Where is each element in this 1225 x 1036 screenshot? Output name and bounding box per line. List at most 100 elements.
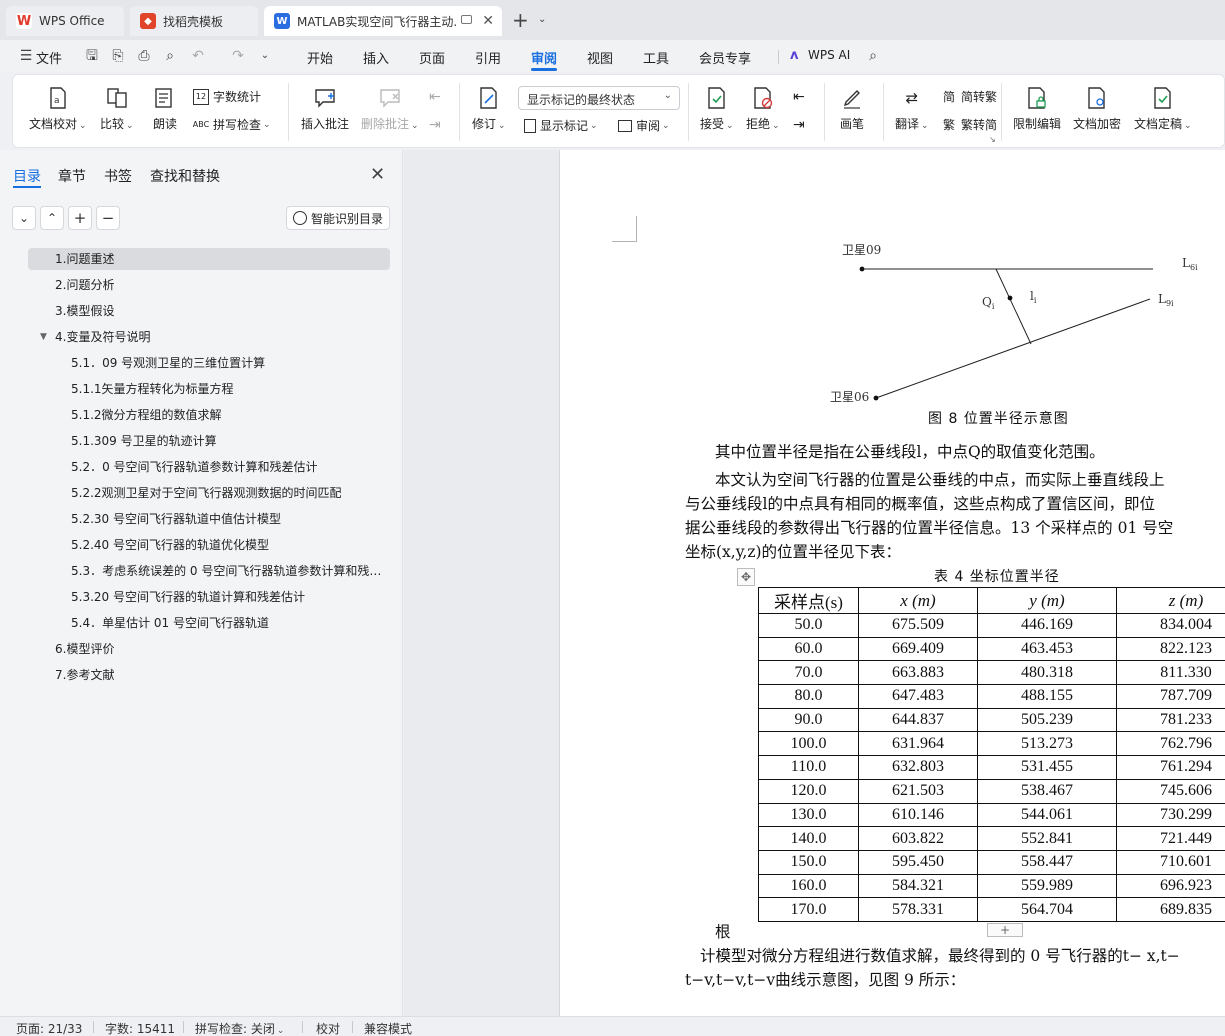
table-cell[interactable]: 120.0 bbox=[758, 778, 859, 804]
toc-item[interactable]: 2.问题分析 bbox=[28, 274, 390, 296]
table-cell[interactable]: 675.509 bbox=[858, 613, 978, 638]
tab-bookmarks[interactable]: 书签 bbox=[104, 166, 132, 186]
table-cell[interactable]: 689.835 bbox=[1116, 897, 1225, 922]
table-cell[interactable]: 531.455 bbox=[977, 755, 1117, 780]
table-cell[interactable]: 488.155 bbox=[977, 684, 1117, 709]
delete-comment-button[interactable]: 删除批注 ⌄ bbox=[361, 85, 419, 132]
tab-chapters[interactable]: 章节 bbox=[58, 166, 86, 186]
redo-icon[interactable]: ↷ bbox=[230, 48, 246, 64]
table-cell[interactable]: 696.923 bbox=[1116, 873, 1225, 899]
tab-find-replace[interactable]: 查找和替换 bbox=[150, 166, 220, 186]
table-cell[interactable]: 721.449 bbox=[1116, 826, 1225, 851]
table-cell[interactable]: 110.0 bbox=[758, 755, 859, 780]
table-cell[interactable]: 538.467 bbox=[977, 778, 1117, 804]
tab-wps-office[interactable]: W WPS Office bbox=[6, 6, 124, 36]
table-cell[interactable]: 584.321 bbox=[858, 873, 978, 899]
next-comment-icon[interactable]: ⇥ bbox=[429, 117, 441, 133]
table-cell[interactable]: 446.169 bbox=[977, 613, 1117, 638]
toc-item[interactable]: 7.参考文献 bbox=[28, 664, 390, 686]
menu-review[interactable]: 审阅 bbox=[531, 48, 557, 67]
table-cell[interactable]: 90.0 bbox=[758, 707, 859, 733]
table-cell[interactable]: 669.409 bbox=[858, 636, 978, 662]
toc-item[interactable]: 3.模型假设 bbox=[28, 300, 390, 322]
toc-item[interactable]: 5.1.1矢量方程转化为标量方程 bbox=[28, 378, 390, 400]
table-cell[interactable]: 170.0 bbox=[758, 897, 859, 922]
smart-toc-button[interactable]: 智能识别目录 bbox=[286, 206, 390, 230]
word-count-status[interactable]: 字数: 15411 bbox=[105, 1020, 175, 1036]
toc-item[interactable]: 5.3.20 号空间飞行器的轨道计算和残差估计 bbox=[28, 586, 390, 608]
accept-button[interactable]: 接受 ⌄ bbox=[700, 85, 734, 132]
menu-file[interactable]: 文件 bbox=[36, 48, 62, 67]
menu-member[interactable]: 会员专享 bbox=[699, 48, 751, 67]
new-tab-icon[interactable]: + bbox=[512, 10, 529, 30]
wps-ai-logo-icon[interactable]: ʌ bbox=[790, 48, 798, 63]
table-cell[interactable]: 787.709 bbox=[1116, 684, 1225, 709]
chevron-down-icon[interactable]: ⌄ bbox=[538, 14, 546, 25]
more-chevron-icon[interactable]: ⌄ bbox=[257, 48, 273, 64]
table-cell[interactable]: 603.822 bbox=[858, 826, 978, 851]
share-icon[interactable]: ⎘ bbox=[110, 48, 126, 64]
toc-item[interactable]: 5.1.309 号卫星的轨迹计算 bbox=[28, 430, 390, 452]
table-cell[interactable]: 544.061 bbox=[977, 802, 1117, 828]
translate-button[interactable]: ⇄ 翻译 ⌄ bbox=[895, 85, 929, 132]
table-cell[interactable]: 160.0 bbox=[758, 873, 859, 899]
monitor-icon[interactable] bbox=[461, 15, 472, 24]
menu-home[interactable]: 开始 bbox=[307, 48, 333, 67]
table-cell[interactable]: 140.0 bbox=[758, 826, 859, 851]
proofread-status[interactable]: 校对 bbox=[316, 1020, 340, 1036]
search-icon[interactable]: ⌕ bbox=[865, 48, 881, 64]
close-icon[interactable]: ✕ bbox=[370, 164, 385, 185]
spell-check-status[interactable]: 拼写检查: 关闭 ⌄ bbox=[195, 1020, 284, 1036]
table-cell[interactable]: 762.796 bbox=[1116, 731, 1225, 757]
table-cell[interactable]: 480.318 bbox=[977, 660, 1117, 686]
tab-current-document[interactable]: W MATLAB实现空间飞行器主动... ✕ bbox=[264, 6, 502, 36]
menu-references[interactable]: 引用 bbox=[475, 48, 501, 67]
table-cell[interactable]: 100.0 bbox=[758, 731, 859, 757]
table-cell[interactable]: 710.601 bbox=[1116, 849, 1225, 875]
close-tab-icon[interactable]: ✕ bbox=[482, 13, 494, 29]
position-radius-table[interactable]: 采样点(s) x (m) y (m) z (m) 50.0 675.509 446.… bbox=[758, 587, 1225, 922]
toc-item[interactable]: 5.3．考虑系统误差的 0 号空间飞行器轨道参数计算和残差估计 bbox=[28, 560, 390, 582]
table-move-handle-icon[interactable]: ✥ bbox=[737, 568, 755, 586]
insert-comment-button[interactable]: 插入批注 bbox=[301, 85, 349, 132]
to-traditional-button[interactable]: 简 简转繁 bbox=[941, 88, 997, 105]
table-cell[interactable]: 513.273 bbox=[977, 731, 1117, 757]
page-indicator[interactable]: 页面: 21/33 bbox=[16, 1020, 82, 1036]
table-cell[interactable]: 781.233 bbox=[1116, 707, 1225, 733]
collapse-all-icon[interactable]: ⌃ bbox=[40, 206, 64, 230]
table-cell[interactable]: 632.803 bbox=[858, 755, 978, 780]
table-cell[interactable]: 70.0 bbox=[758, 660, 859, 686]
table-cell[interactable]: 50.0 bbox=[758, 613, 859, 638]
toc-item[interactable]: 5.4．单星估计 01 号空间飞行器轨道 bbox=[28, 612, 390, 634]
toc-item[interactable]: 5.2.40 号空间飞行器的轨道优化模型 bbox=[28, 534, 390, 556]
prev-comment-icon[interactable]: ⇤ bbox=[429, 89, 441, 105]
toc-item[interactable]: 6.模型评价 bbox=[28, 638, 390, 660]
table-cell[interactable]: 644.837 bbox=[858, 707, 978, 733]
table-cell[interactable]: 559.989 bbox=[977, 873, 1117, 899]
word-count-button[interactable]: 12 字数统计 bbox=[193, 88, 261, 105]
restrict-edit-button[interactable]: 限制编辑 bbox=[1013, 85, 1061, 132]
table-cell[interactable]: 621.503 bbox=[858, 778, 978, 804]
table-cell[interactable]: 834.004 bbox=[1116, 613, 1225, 638]
table-cell[interactable]: 505.239 bbox=[977, 707, 1117, 733]
encrypt-button[interactable]: 文档加密 bbox=[1073, 85, 1121, 132]
table-cell[interactable]: 578.331 bbox=[858, 897, 978, 922]
next-change-icon[interactable]: ⇥ bbox=[793, 117, 805, 133]
toc-item[interactable]: 5.2.30 号空间飞行器轨道中值估计模型 bbox=[28, 508, 390, 530]
pen-button[interactable]: 画笔 bbox=[839, 85, 865, 132]
table-cell[interactable]: 552.841 bbox=[977, 826, 1117, 851]
table-cell[interactable]: 745.606 bbox=[1116, 778, 1225, 804]
toc-item[interactable]: 4.变量及符号说明 bbox=[28, 326, 390, 348]
menu-insert[interactable]: 插入 bbox=[363, 48, 389, 67]
read-aloud-button[interactable]: 朗读 bbox=[152, 85, 178, 132]
print-preview-icon[interactable]: ⌕ bbox=[162, 48, 178, 64]
print-icon[interactable]: ⎙ bbox=[136, 48, 152, 64]
toc-item[interactable]: 5.2.2观测卫星对于空间飞行器观测数据的时间匹配 bbox=[28, 482, 390, 504]
table-cell[interactable]: 663.883 bbox=[858, 660, 978, 686]
menu-page[interactable]: 页面 bbox=[419, 48, 445, 67]
proofread-button[interactable]: a 文档校对 ⌄ bbox=[29, 85, 87, 132]
table-cell[interactable]: 150.0 bbox=[758, 849, 859, 875]
reject-button[interactable]: 拒绝 ⌄ bbox=[746, 85, 780, 132]
table-cell[interactable]: 130.0 bbox=[758, 802, 859, 828]
menu-view[interactable]: 视图 bbox=[587, 48, 613, 67]
